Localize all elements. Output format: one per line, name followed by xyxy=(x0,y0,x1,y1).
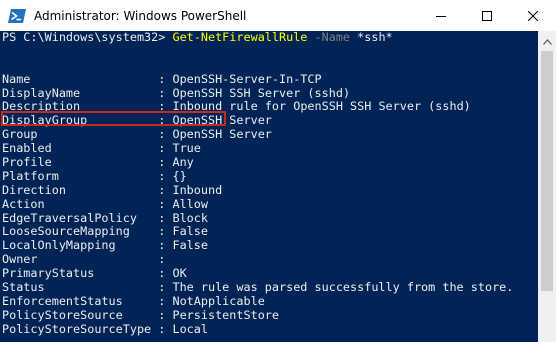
property-separator: : xyxy=(151,321,173,336)
property-row-localonlymapping: LocalOnlyMapping : False xyxy=(0,238,538,253)
property-name: PrimaryStatus xyxy=(2,266,95,281)
property-separator: : xyxy=(65,182,173,197)
property-name: Name xyxy=(2,71,31,86)
property-name: Direction xyxy=(2,182,66,197)
property-row-action: Action : Allow xyxy=(0,196,538,212)
maximize-icon xyxy=(482,6,492,25)
property-separator: : xyxy=(87,113,173,128)
property-value: OpenSSH Server xyxy=(172,127,272,142)
property-row-enforcementstatus: EnforcementStatus : NotApplicable xyxy=(0,293,538,309)
property-name: Action xyxy=(2,196,45,211)
property-name: Owner xyxy=(2,252,38,267)
property-name: DisplayName xyxy=(2,85,81,100)
property-row-displayname: DisplayName : OpenSSH SSH Server (sshd) xyxy=(0,85,538,101)
powershell-window: Administrator: Windows PowerShell PS C:\… xyxy=(0,0,556,342)
title-bar[interactable]: Administrator: Windows PowerShell xyxy=(0,0,556,31)
property-separator: : xyxy=(122,293,173,308)
maximize-button[interactable] xyxy=(464,0,510,31)
property-value: Inbound rule for OpenSSH SSH Server (ssh… xyxy=(172,99,471,114)
property-name: DisplayGroup xyxy=(2,113,88,128)
property-separator: : xyxy=(51,155,173,170)
property-separator: : xyxy=(58,168,173,183)
scroll-up-button[interactable] xyxy=(538,31,556,48)
property-row-primarystatus: PrimaryStatus : OK xyxy=(0,266,538,281)
property-name: LooseSourceMapping xyxy=(2,224,130,239)
property-value: True xyxy=(172,141,201,156)
property-name: Profile xyxy=(2,155,52,170)
property-value: {} xyxy=(172,168,187,183)
property-separator: : xyxy=(30,71,173,86)
minimize-icon xyxy=(436,6,446,25)
property-separator: : xyxy=(37,252,173,267)
close-button[interactable] xyxy=(510,0,556,31)
powershell-icon xyxy=(8,8,26,24)
property-name: EdgeTraversalPolicy xyxy=(2,210,137,225)
property-separator: : xyxy=(37,127,173,142)
console-output[interactable]: PS C:\Windows\system32> Get-NetFirewallR… xyxy=(0,31,538,342)
property-value: Any xyxy=(172,155,194,170)
property-list: Name : OpenSSH-Server-In-TCP DisplayName … xyxy=(0,71,538,337)
property-name: EnforcementStatus xyxy=(2,293,123,308)
property-row-displaygroup: DisplayGroup : OpenSSH Server xyxy=(0,113,538,128)
property-value: The rule was parsed successfully from th… xyxy=(172,280,514,295)
property-value: Local xyxy=(172,321,208,336)
property-value: Block xyxy=(172,210,208,225)
property-value: False xyxy=(172,238,208,253)
property-name: Platform xyxy=(2,168,59,183)
property-value: OpenSSH Server xyxy=(172,113,272,128)
property-separator: : xyxy=(115,238,173,253)
property-value: Inbound xyxy=(172,182,223,197)
property-row-direction: Direction : Inbound xyxy=(0,182,538,198)
property-separator: : xyxy=(136,210,173,225)
property-value: OpenSSH SSH Server (sshd) xyxy=(172,85,351,100)
vertical-scrollbar[interactable] xyxy=(538,31,556,342)
property-row-edgetraversalpolicy: EdgeTraversalPolicy : Block xyxy=(0,210,538,226)
minimize-button[interactable] xyxy=(418,0,464,31)
property-row-platform: Platform : {} xyxy=(0,168,538,184)
property-value: PersistentStore xyxy=(172,307,280,322)
close-icon xyxy=(527,6,539,25)
property-name: Enabled xyxy=(2,141,52,156)
command-parameter: -Name xyxy=(307,31,351,44)
window-title: Administrator: Windows PowerShell xyxy=(34,8,247,23)
prompt: PS C:\Windows\system32> xyxy=(2,31,173,44)
property-name: PolicyStoreSource xyxy=(2,307,123,322)
property-name: PolicyStoreSourceType xyxy=(2,321,152,336)
property-name: Status xyxy=(2,280,45,295)
property-separator: : xyxy=(122,307,173,322)
property-name: LocalOnlyMapping xyxy=(2,238,116,253)
property-row-profile: Profile : Any xyxy=(0,155,538,170)
property-value: OpenSSH-Server-In-TCP xyxy=(172,71,322,86)
property-row-enabled: Enabled : True xyxy=(0,141,538,156)
property-row-group: Group : OpenSSH Server xyxy=(0,127,538,142)
command-name: Get-NetFirewallRule xyxy=(172,31,308,44)
property-row-name: Name : OpenSSH-Server-In-TCP xyxy=(0,71,538,87)
property-row-status: Status : The rule was parsed successfull… xyxy=(0,280,538,295)
property-row-description: Description : Inbound rule for OpenSSH S… xyxy=(0,100,538,114)
scroll-thumb[interactable] xyxy=(541,51,553,291)
property-separator: : xyxy=(80,85,173,100)
property-value: OK xyxy=(172,266,187,281)
property-separator: : xyxy=(129,224,173,239)
property-separator: : xyxy=(44,196,173,211)
property-separator: : xyxy=(80,99,173,114)
property-value: NotApplicable xyxy=(172,293,265,308)
property-separator: : xyxy=(51,141,173,156)
chevron-up-icon xyxy=(542,30,552,49)
property-value: Allow xyxy=(172,196,208,211)
property-value: False xyxy=(172,224,208,239)
window-controls xyxy=(418,0,556,31)
property-row-owner: Owner : xyxy=(0,252,538,267)
command-argument: *ssh* xyxy=(350,31,393,44)
property-separator: : xyxy=(94,266,173,281)
property-name: Group xyxy=(2,127,38,142)
property-row-policystoresourcetype: PolicyStoreSourceType : Local xyxy=(0,321,538,337)
command-line: PS C:\Windows\system32> Get-NetFirewallR… xyxy=(0,31,538,45)
property-row-loosesourcemapping: LooseSourceMapping : False xyxy=(0,225,538,239)
property-name: Description xyxy=(2,99,81,114)
property-row-policystoresource: PolicyStoreSource : PersistentStore xyxy=(0,307,538,323)
property-separator: : xyxy=(44,280,173,295)
